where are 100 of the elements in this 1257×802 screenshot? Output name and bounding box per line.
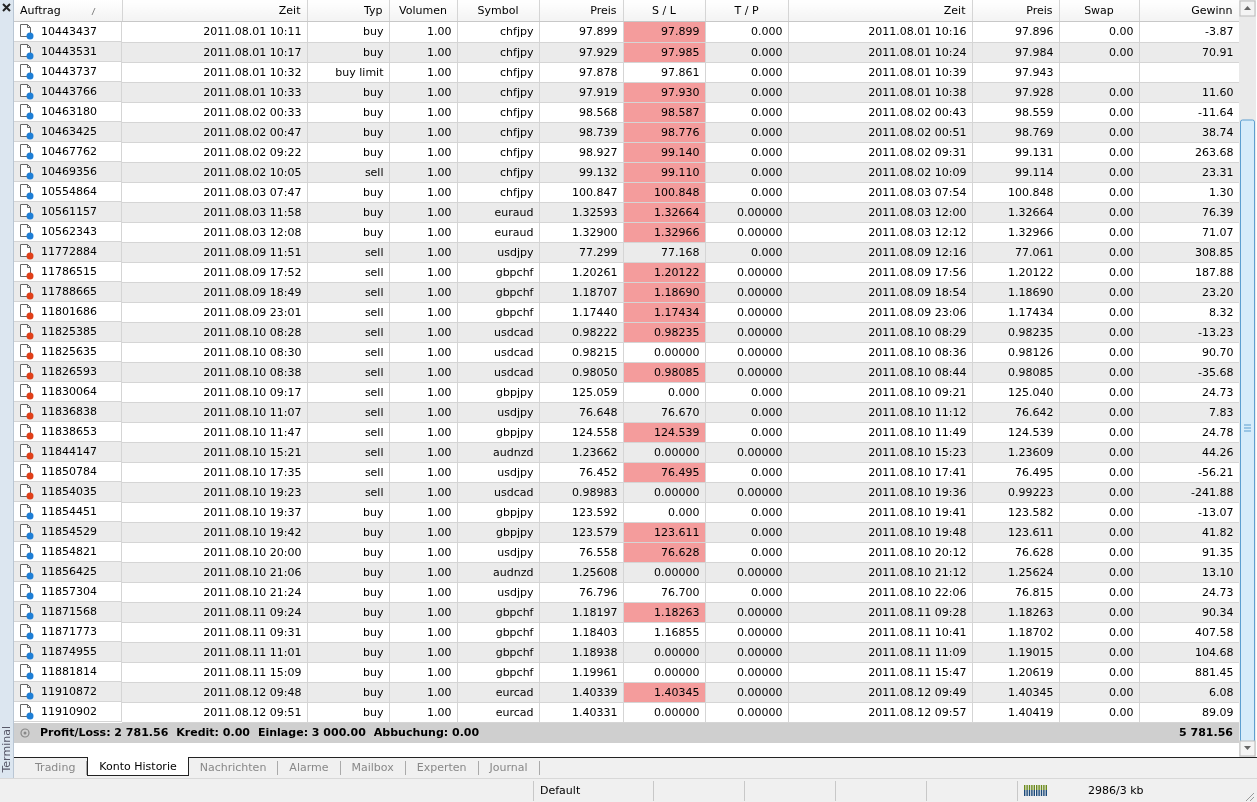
table-cell: 99.131 bbox=[972, 142, 1059, 162]
table-cell: 76.495 bbox=[972, 462, 1059, 482]
document-icon bbox=[19, 23, 34, 40]
table-cell: 0.000 bbox=[623, 502, 705, 522]
table-cell: 2011.08.10 08:30 bbox=[122, 342, 307, 362]
table-cell: 2011.08.09 17:52 bbox=[122, 262, 307, 282]
document-icon bbox=[19, 463, 34, 480]
total-profit: 5 781.56 bbox=[1179, 726, 1233, 739]
order-number: 11854821 bbox=[41, 545, 97, 558]
table-cell: usdjpy bbox=[457, 462, 539, 482]
table-cell: 0.00000 bbox=[705, 302, 788, 322]
document-icon bbox=[19, 243, 34, 260]
table-cell: 0.98215 bbox=[539, 342, 623, 362]
table-cell: 0.00 bbox=[1059, 422, 1139, 442]
table-cell: 97.943 bbox=[972, 62, 1059, 82]
scrollbar-drawing[interactable] bbox=[1239, 0, 1256, 757]
table-cell: gbpchf bbox=[457, 622, 539, 642]
table-cell: 97.878 bbox=[539, 62, 623, 82]
column-header[interactable]: Preis bbox=[1026, 4, 1053, 17]
table-cell: sell bbox=[307, 262, 389, 282]
circle-icon bbox=[20, 727, 30, 738]
table-cell: 125.040 bbox=[972, 382, 1059, 402]
summary-value: Kredit: 0.00 bbox=[176, 726, 250, 739]
document-icon bbox=[19, 63, 34, 80]
table-cell: 2011.08.02 09:31 bbox=[788, 142, 972, 162]
table-cell: buy bbox=[307, 502, 389, 522]
document-icon bbox=[19, 663, 34, 680]
order-number: 10561157 bbox=[41, 205, 97, 218]
table-cell: usdcad bbox=[457, 342, 539, 362]
table-cell: 0.00000 bbox=[623, 702, 705, 722]
column-header[interactable]: T / P bbox=[734, 4, 759, 17]
table-cell: 1.19961 bbox=[539, 662, 623, 682]
column-header[interactable]: Zeit bbox=[943, 4, 966, 17]
table-cell: 0.000 bbox=[705, 382, 788, 402]
document-icon bbox=[19, 163, 34, 180]
order-number: 11830064 bbox=[41, 385, 97, 398]
column-header[interactable]: Zeit bbox=[278, 4, 301, 17]
order-number: 10443766 bbox=[41, 85, 97, 98]
table-cell: 2011.08.01 10:39 bbox=[788, 62, 972, 82]
table-cell: 0.00000 bbox=[705, 222, 788, 242]
table-cell: 0.000 bbox=[705, 182, 788, 202]
table-cell: 0.00 bbox=[1059, 302, 1139, 322]
document-icon bbox=[19, 343, 34, 360]
table-cell: 2011.08.11 09:31 bbox=[122, 622, 307, 642]
document-icon bbox=[19, 603, 34, 620]
resize-grip-icon[interactable] bbox=[1243, 790, 1255, 802]
summary-value: Profit/Loss: 2 781.56 bbox=[40, 726, 169, 739]
table-cell: 2011.08.11 09:24 bbox=[122, 602, 307, 622]
table-cell: 0.00 bbox=[1059, 222, 1139, 242]
order-number: 11881814 bbox=[41, 665, 97, 678]
column-header[interactable]: Typ bbox=[364, 4, 383, 17]
table-cell: 1.40331 bbox=[539, 702, 623, 722]
table-cell: 2011.08.10 19:42 bbox=[122, 522, 307, 542]
order-number: 10562343 bbox=[41, 225, 97, 238]
table-cell: 1.00 bbox=[389, 462, 457, 482]
table-cell: 0.00 bbox=[1059, 182, 1139, 202]
table-cell: 2011.08.10 11:47 bbox=[122, 422, 307, 442]
close-icon[interactable] bbox=[2, 3, 11, 12]
table-cell: 2011.08.01 10:16 bbox=[788, 21, 972, 42]
table-cell: buy bbox=[307, 182, 389, 202]
order-number: 11874955 bbox=[41, 645, 97, 658]
side-label: Terminal bbox=[0, 725, 13, 772]
table-cell: 2011.08.10 08:38 bbox=[122, 362, 307, 382]
document-icon bbox=[19, 563, 34, 580]
table-cell: 0.98126 bbox=[972, 342, 1059, 362]
document-icon bbox=[19, 283, 34, 300]
document-icon bbox=[19, 103, 34, 120]
order-number: 10463425 bbox=[41, 125, 97, 138]
order-number: 11857304 bbox=[41, 585, 97, 598]
table-cell: 0.00 bbox=[1059, 382, 1139, 402]
table-cell: 2011.08.10 11:07 bbox=[122, 402, 307, 422]
table-cell: 2011.08.01 10:33 bbox=[122, 82, 307, 102]
table-cell: 98.568 bbox=[539, 102, 623, 122]
column-header[interactable]: Preis bbox=[590, 4, 617, 17]
table-cell: 1.20122 bbox=[972, 262, 1059, 282]
table-cell: 2011.08.03 07:54 bbox=[788, 182, 972, 202]
table-cell: 2011.08.01 10:11 bbox=[122, 21, 307, 42]
document-icon bbox=[19, 443, 34, 460]
order-number: 10467762 bbox=[41, 145, 97, 158]
table-cell: 1.00 bbox=[389, 502, 457, 522]
order-number: 11854451 bbox=[41, 505, 97, 518]
table-cell: 0.00000 bbox=[705, 702, 788, 722]
table-cell: 1.00 bbox=[389, 142, 457, 162]
tab[interactable]: Konto Historie bbox=[87, 757, 189, 776]
table-cell: 2011.08.09 18:49 bbox=[122, 282, 307, 302]
table-cell: 123.592 bbox=[539, 502, 623, 522]
table-cell: 1.00 bbox=[389, 542, 457, 562]
table-cell: 1.32900 bbox=[539, 222, 623, 242]
document-icon bbox=[19, 503, 34, 520]
table-cell: 1.00 bbox=[389, 102, 457, 122]
order-number: 10469356 bbox=[41, 165, 97, 178]
table-cell: euraud bbox=[457, 222, 539, 242]
table-cell: 2011.08.10 21:24 bbox=[122, 582, 307, 602]
column-header[interactable]: S / L bbox=[652, 4, 676, 17]
table-cell: 2011.08.09 23:01 bbox=[122, 302, 307, 322]
table-cell: 0.00000 bbox=[705, 262, 788, 282]
table-cell: buy bbox=[307, 622, 389, 642]
document-icon bbox=[19, 43, 34, 60]
table-cell: 1.20619 bbox=[972, 662, 1059, 682]
table-cell: 1.00 bbox=[389, 62, 457, 82]
